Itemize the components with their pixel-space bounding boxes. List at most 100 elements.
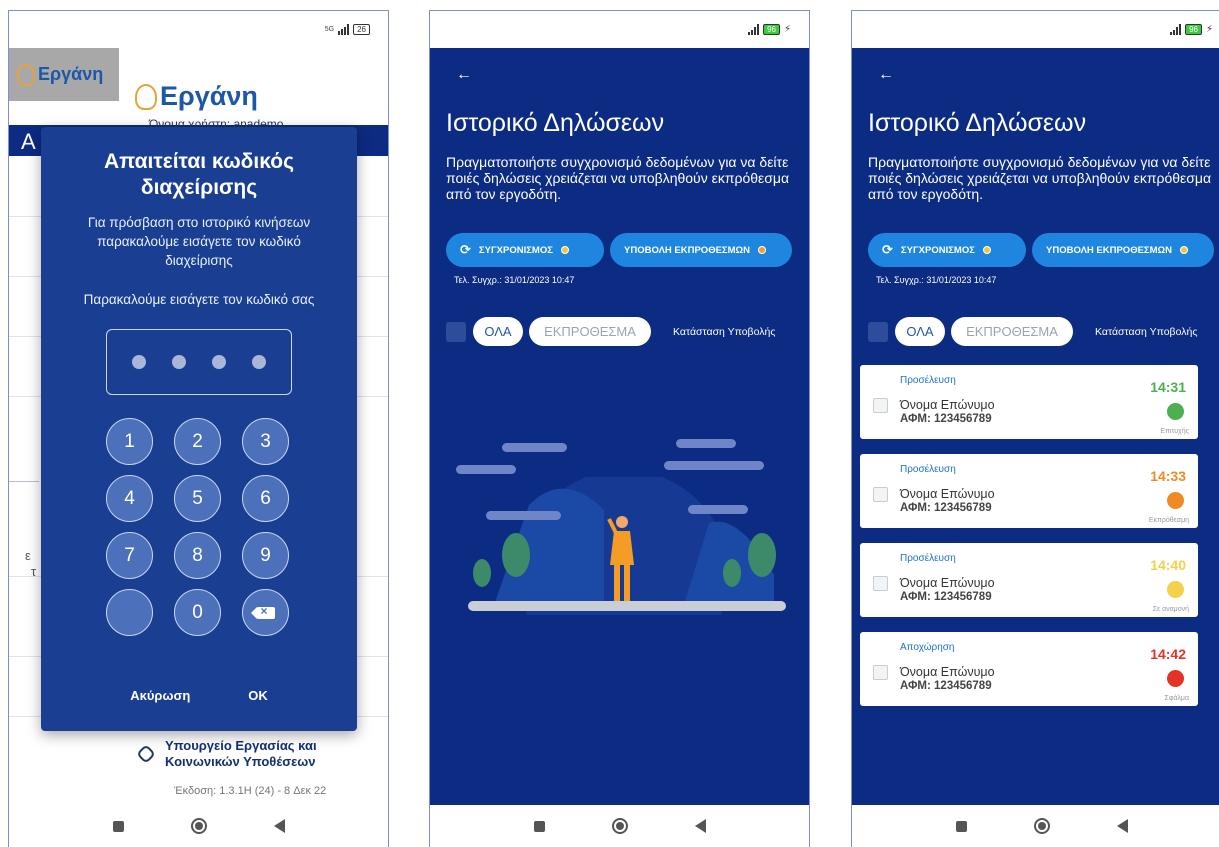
key-4[interactable]: 4 — [106, 475, 153, 522]
ministry-link[interactable]: Υπουργείο Εργασίας και Κοινωνικών Υποθέσ… — [136, 738, 335, 770]
header-fragment: Α — [21, 129, 36, 154]
key-5[interactable]: 5 — [174, 475, 221, 522]
record-checkbox[interactable] — [873, 487, 888, 502]
key-1[interactable]: 1 — [106, 418, 153, 465]
home-icon[interactable] — [611, 818, 628, 834]
link-icon — [136, 744, 156, 764]
key-0[interactable]: 0 — [174, 589, 221, 636]
status-bar: 96 ⚡ — [852, 11, 1219, 48]
record-afm: ΑΦΜ: 123456789 — [900, 413, 992, 425]
filter-all-chip[interactable]: ΟΛΑ — [895, 317, 945, 346]
back-icon[interactable] — [1116, 819, 1128, 833]
sync-label: ΣΥΓΧΡΟΝΙΣΜΟΣ — [478, 244, 553, 256]
last-sync-label: Τελ. Συγχρ.: 31/01/2023 10:47 — [876, 275, 997, 285]
record-name: Όνομα Επώνυμο — [900, 487, 995, 501]
pin-dot — [132, 355, 146, 369]
sync-button[interactable]: ⟳ ΣΥΓΧΡΟΝΙΣΜΟΣ — [446, 233, 604, 267]
battery-icon: 96 — [1185, 24, 1202, 35]
pin-dot — [212, 355, 226, 369]
record-card[interactable]: Προσέλευση Όνομα Επώνυμο ΑΦΜ: 123456789 14:… — [860, 454, 1198, 528]
status-dot-icon — [1180, 246, 1189, 254]
record-card[interactable]: Προσέλευση Όνομα Επώνυμο ΑΦΜ: 123456789 14:… — [860, 543, 1198, 617]
charging-icon: ⚡ — [1205, 24, 1213, 35]
recents-icon[interactable] — [533, 820, 545, 832]
home-icon[interactable] — [190, 818, 207, 834]
recents-icon[interactable] — [955, 820, 967, 832]
key-3[interactable]: 3 — [242, 418, 289, 465]
signal-icon — [338, 24, 350, 35]
background-logo: Εργάνη — [9, 48, 119, 101]
record-card[interactable]: Προσέλευση Όνομα Επώνυμο ΑΦΜ: 123456789 14:… — [860, 365, 1198, 439]
dialog-actions: Ακύρωση OK — [41, 688, 357, 703]
dialog-title: Απαιτείται κωδικός διαχείρισης — [103, 150, 295, 199]
key-6[interactable]: 6 — [242, 475, 289, 522]
android-nav-bar — [430, 805, 809, 847]
helmet-icon — [17, 63, 35, 86]
record-status: Σε αναμονή — [1152, 606, 1189, 613]
record-person: Όνομα Επώνυμο ΑΦΜ: 123456789 — [900, 399, 995, 426]
filter-bar: ΟΛΑ ΕΚΠΡΟΘΕΣΜΑ Κατάσταση Υποβολής — [868, 317, 1219, 346]
record-checkbox[interactable] — [873, 665, 888, 680]
record-name: Όνομα Επώνυμο — [900, 665, 995, 679]
network-label: 5G — [324, 26, 335, 33]
cancel-button[interactable]: Ακύρωση — [130, 688, 190, 703]
battery-icon: 96 — [763, 24, 780, 35]
status-filter-label[interactable]: Κατάσταση Υποβολής — [673, 326, 775, 338]
page-description: Πραγματοποιήστε συγχρονισμό δεδομένων γι… — [868, 154, 1212, 202]
back-icon[interactable] — [694, 819, 706, 833]
brand-name: Εργάνη — [38, 64, 104, 84]
submit-late-label: ΥΠΟΒΟΛΗ ΕΚΠΡΟΘΕΣΜΩΝ — [624, 244, 751, 256]
back-icon[interactable] — [273, 819, 285, 833]
dialog-description: Για πρόσβαση στο ιστορικό κινήσεων παρακ… — [87, 215, 311, 268]
record-time: 14:31 — [1150, 379, 1186, 395]
page-title: Ιστορικό Δηλώσεων — [446, 109, 665, 137]
recents-icon[interactable] — [112, 820, 124, 832]
record-checkbox[interactable] — [873, 398, 888, 413]
record-time: 14:40 — [1150, 557, 1186, 573]
record-card[interactable]: Αποχώρηση Όνομα Επώνυμο ΑΦΜ: 123456789 14:4… — [860, 632, 1198, 706]
sync-label: ΣΥΓΧΡΟΝΙΣΜΟΣ — [900, 244, 975, 256]
record-afm: ΑΦΜ: 123456789 — [900, 591, 992, 603]
page-description: Πραγματοποιήστε συγχρονισμό δεδομένων γι… — [446, 154, 790, 202]
version-label: Έκδοση: 1.3.1H (24) - 8 Δεκ 22 — [174, 785, 327, 797]
home-icon[interactable] — [1033, 818, 1050, 834]
key-7[interactable]: 7 — [106, 532, 153, 579]
submit-late-button[interactable]: ΥΠΟΒΟΛΗ ΕΚΠΡΟΘΕΣΜΩΝ — [610, 233, 792, 267]
side-fragment: ε — [25, 548, 31, 563]
record-afm: ΑΦΜ: 123456789 — [900, 502, 992, 514]
keypad: 1 2 3 4 5 6 7 8 9 0 — [106, 418, 292, 636]
submit-late-button[interactable]: ΥΠΟΒΟΛΗ ΕΚΠΡΟΘΕΣΜΩΝ — [1032, 233, 1214, 267]
ministry-name: Υπουργείο Εργασίας και Κοινωνικών Υποθέσ… — [165, 738, 317, 769]
key-9[interactable]: 9 — [242, 532, 289, 579]
pin-input[interactable] — [106, 329, 292, 395]
backspace-icon — [250, 604, 275, 619]
record-time: 14:33 — [1150, 468, 1186, 484]
screenshot-stage: 5G 26 Εργάνη Α ε τ Εργάνη Όνομα χρήστη: … — [0, 0, 1219, 847]
key-8[interactable]: 8 — [174, 532, 221, 579]
charging-icon: ⚡ — [783, 24, 791, 35]
select-all-checkbox[interactable] — [868, 321, 888, 342]
sync-icon: ⟳ — [460, 242, 471, 257]
back-arrow-icon[interactable]: ← — [456, 66, 472, 84]
dialog-prompt: Παρακαλούμε εισάγετε τον κωδικό σας — [83, 292, 315, 307]
status-bar: 96 ⚡ — [430, 11, 809, 48]
back-arrow-icon[interactable]: ← — [878, 66, 894, 84]
status-dot-icon — [1167, 492, 1184, 509]
select-all-checkbox[interactable] — [446, 321, 466, 342]
last-sync-label: Τελ. Συγχρ.: 31/01/2023 10:47 — [454, 275, 575, 285]
empty-state-illustration — [454, 415, 794, 615]
sync-button[interactable]: ⟳ ΣΥΓΧΡΟΝΙΣΜΟΣ — [868, 233, 1026, 267]
phone-pin-dialog: 5G 26 Εργάνη Α ε τ Εργάνη Όνομα χρήστη: … — [8, 10, 389, 847]
filter-all-chip[interactable]: ΟΛΑ — [473, 317, 523, 346]
filter-late-chip[interactable]: ΕΚΠΡΟΘΕΣΜΑ — [529, 317, 651, 346]
key-2[interactable]: 2 — [174, 418, 221, 465]
record-type: Προσέλευση — [900, 375, 956, 386]
ok-button[interactable]: OK — [248, 688, 268, 703]
backspace-button[interactable] — [242, 589, 289, 636]
record-time: 14:42 — [1150, 646, 1186, 662]
status-filter-label[interactable]: Κατάσταση Υποβολής — [1095, 326, 1197, 338]
record-type: Προσέλευση — [900, 464, 956, 475]
record-checkbox[interactable] — [873, 576, 888, 591]
filter-late-chip[interactable]: ΕΚΠΡΟΘΕΣΜΑ — [951, 317, 1073, 346]
pin-dialog: Απαιτείται κωδικός διαχείρισης Για πρόσβ… — [41, 127, 357, 731]
